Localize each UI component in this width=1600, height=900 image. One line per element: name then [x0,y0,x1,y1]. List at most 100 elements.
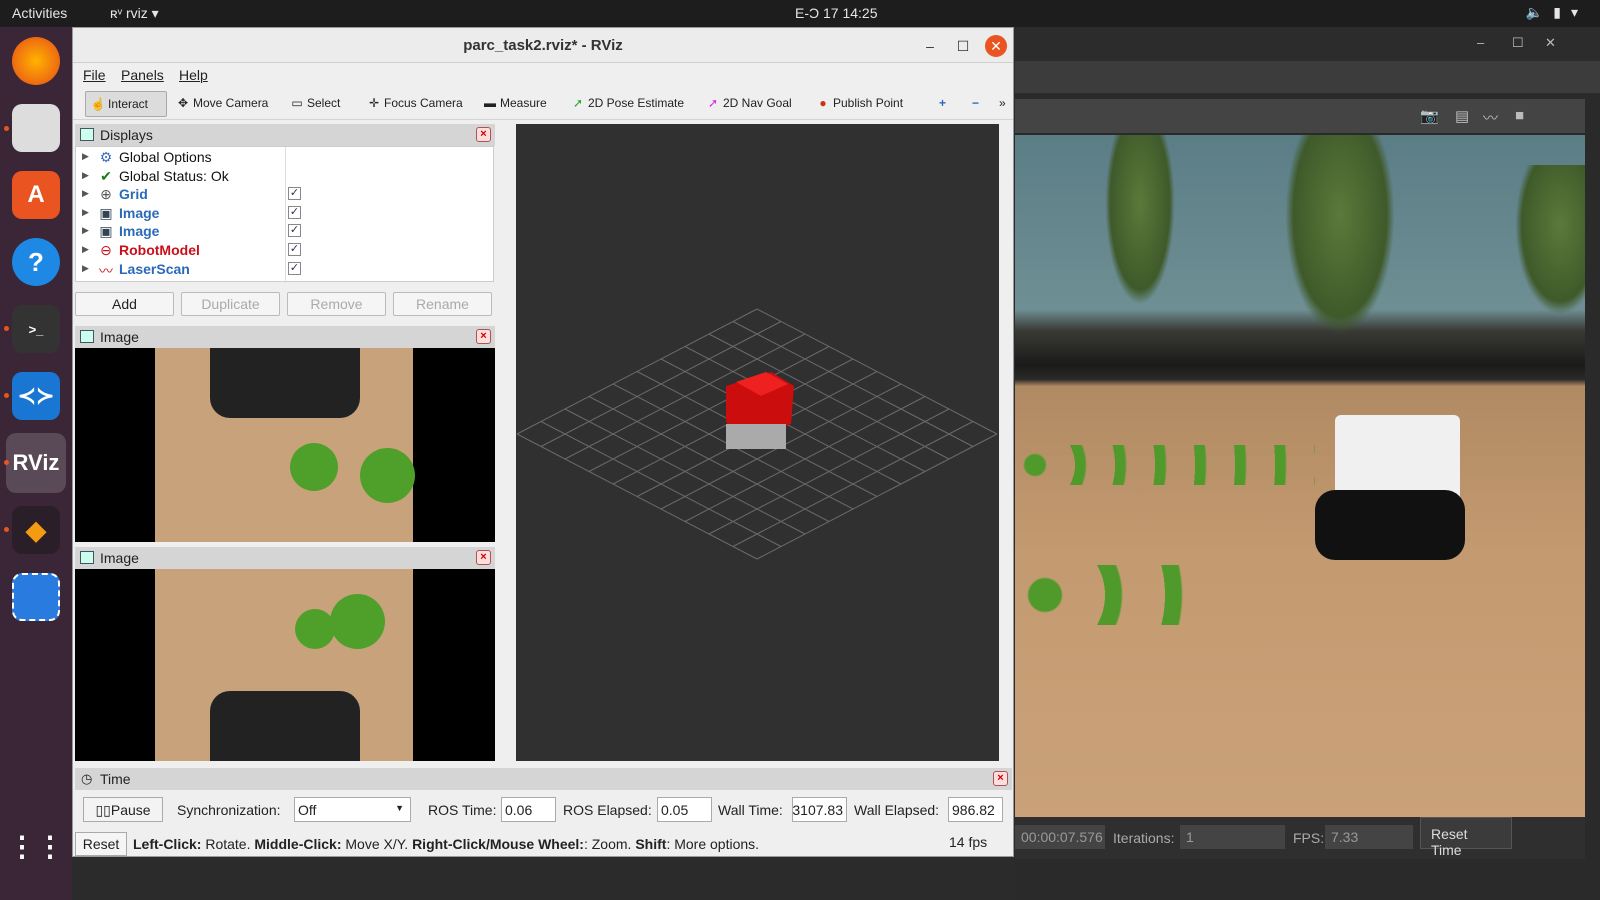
menu-file[interactable]: File [83,67,106,83]
clock[interactable]: E-Ɔ 17 14:25 [795,5,878,21]
add-button[interactable]: Add [75,292,174,316]
right-click-key: Right-Click/Mouse Wheel: [412,836,584,852]
enable-checkbox[interactable]: ✓ [288,187,301,201]
close-panel-icon[interactable]: × [993,771,1008,786]
close-panel-icon[interactable]: × [476,550,491,565]
enable-checkbox[interactable]: ✓ [288,261,301,275]
minimize-icon[interactable]: – [919,35,941,57]
sim-time: 00:00:07.576 [1015,825,1105,849]
nav-goal-label: 2D Nav Goal [723,96,792,110]
sync-dropdown[interactable]: Off ▼ [294,797,411,822]
enable-checkbox[interactable]: ✓ [288,243,301,256]
nav-goal-tool[interactable]: ➚ 2D Nav Goal [701,91,796,117]
focus-camera-tool[interactable]: ✛ Focus Camera [362,91,467,117]
shift-key: Shift [635,836,667,852]
sync-label: Synchronization: [177,802,281,818]
wall-elapsed-field[interactable]: 986.82 [948,797,1003,822]
app-menu[interactable]: ʀᵛ rviz ▾ [110,5,159,22]
expand-arrow-icon[interactable]: ▶ [82,207,89,218]
lettuce [290,443,338,491]
enable-checkbox[interactable]: ✓ [288,224,301,238]
files-icon[interactable] [12,104,60,152]
display-item[interactable]: ▶ 〰 LaserScan ✓ [76,260,493,279]
grid-svg [516,308,998,560]
help-icon[interactable]: ? [12,238,60,286]
close-icon[interactable]: ✕ [985,35,1007,57]
running-indicator [4,393,9,398]
display-label: Image [119,223,160,240]
gazebo-icon[interactable]: ◆ [12,506,60,554]
menubar: File Panels Help [73,64,1013,86]
expand-arrow-icon[interactable]: ▶ [82,188,89,199]
screenshot-icon[interactable] [12,573,60,621]
menu-panels[interactable]: Panels [121,67,164,83]
ros-time-field[interactable]: 0.06 [501,797,556,822]
system-tray[interactable]: 🔈▮▾ [1526,4,1588,21]
interact-tool[interactable]: ☝ Interact [85,91,167,117]
pose-estimate-tool[interactable]: ➚ 2D Pose Estimate [566,91,688,117]
camera-image-view[interactable] [75,348,495,542]
robot-wheels [1315,490,1465,560]
top-bar: Activities ʀᵛ rviz ▾ E-Ɔ 17 14:25 🔈▮▾ [0,0,1600,27]
vscode-icon[interactable]: ≺≻ [12,372,60,420]
minimize-icon[interactable]: – [1477,35,1484,50]
display-item[interactable]: ▶ ▣ Image ✓ [76,204,493,223]
middle-click-key: Middle-Click: [254,836,342,852]
more-tools-icon[interactable]: » [995,91,1010,117]
expand-arrow-icon[interactable]: ▶ [82,263,89,274]
rename-button[interactable]: Rename [393,292,492,316]
menu-help[interactable]: Help [179,67,208,83]
running-indicator [4,460,9,465]
show-apps-icon[interactable]: ⋮⋮ [8,822,64,870]
add-tool-icon[interactable]: + [935,91,950,117]
remove-button[interactable]: Remove [287,292,386,316]
maximize-icon[interactable]: ☐ [1512,35,1524,51]
rviz-icon[interactable]: RViz [6,433,66,493]
reset-button[interactable]: Reset [75,832,127,856]
expand-arrow-icon[interactable]: ▶ [82,244,89,255]
time-controls: ▯▯Pause Synchronization: Off ▼ ROS Time: … [73,793,1013,827]
3d-viewport[interactable] [516,124,999,761]
software-center-icon[interactable]: A [12,171,60,219]
terminal-icon[interactable]: >_ [12,305,60,353]
reset-time-button[interactable]: Reset Time [1420,817,1512,858]
display-label: Global Options [119,149,212,165]
publish-point-tool[interactable]: ● Publish Point [811,91,907,117]
maximize-icon[interactable]: ☐ [952,35,974,57]
select-tool[interactable]: ▭ Select [285,91,344,117]
firefox-icon[interactable] [12,37,60,85]
ros-elapsed-field[interactable]: 0.05 [657,797,712,822]
select-icon: ▭ [291,96,303,110]
close-panel-icon[interactable]: × [476,127,491,142]
wall-time-field[interactable]: 3107.83 [792,797,847,822]
image-panel-header: Image × [75,326,495,348]
video-icon[interactable]: ■ [1515,107,1524,124]
display-item[interactable]: ▶ ⊕ Grid ✓ [76,185,493,204]
activities-button[interactable]: Activities [12,5,67,21]
expand-arrow-icon[interactable]: ▶ [82,170,89,181]
log-icon[interactable]: ▤ [1455,107,1469,125]
pause-button[interactable]: ▯▯Pause [83,797,163,822]
fps-counter: 14 fps [949,834,988,850]
running-indicator [4,126,9,131]
expand-arrow-icon[interactable]: ▶ [82,151,89,162]
pink-arrow-icon: ➚ [707,96,719,110]
remove-tool-icon[interactable]: − [968,91,983,117]
close-panel-icon[interactable]: × [476,329,491,344]
camera-image-view[interactable] [75,569,495,761]
measure-tool[interactable]: ▬ Measure [478,91,551,117]
display-item[interactable]: ▶ ⊖ RobotModel ✓ [76,241,493,260]
camera-image [155,569,413,761]
close-icon[interactable]: ✕ [1545,35,1556,51]
duplicate-button[interactable]: Duplicate [181,292,280,316]
display-item[interactable]: ▶ ▣ Image ✓ [76,222,493,241]
move-camera-tool[interactable]: ✥ Move Camera [171,91,272,117]
camera-icon[interactable]: 📷 [1420,107,1439,125]
enable-checkbox[interactable]: ✓ [288,205,301,219]
iterations-label: Iterations: [1113,830,1175,846]
display-item[interactable]: ▶ ✔ Global Status: Ok [76,167,493,186]
gazebo-3d-view[interactable] [1015,135,1585,833]
expand-arrow-icon[interactable]: ▶ [82,225,89,236]
display-item[interactable]: ▶ ⚙ Global Options [76,148,493,167]
plot-icon[interactable]: 〰 [1483,107,1498,128]
